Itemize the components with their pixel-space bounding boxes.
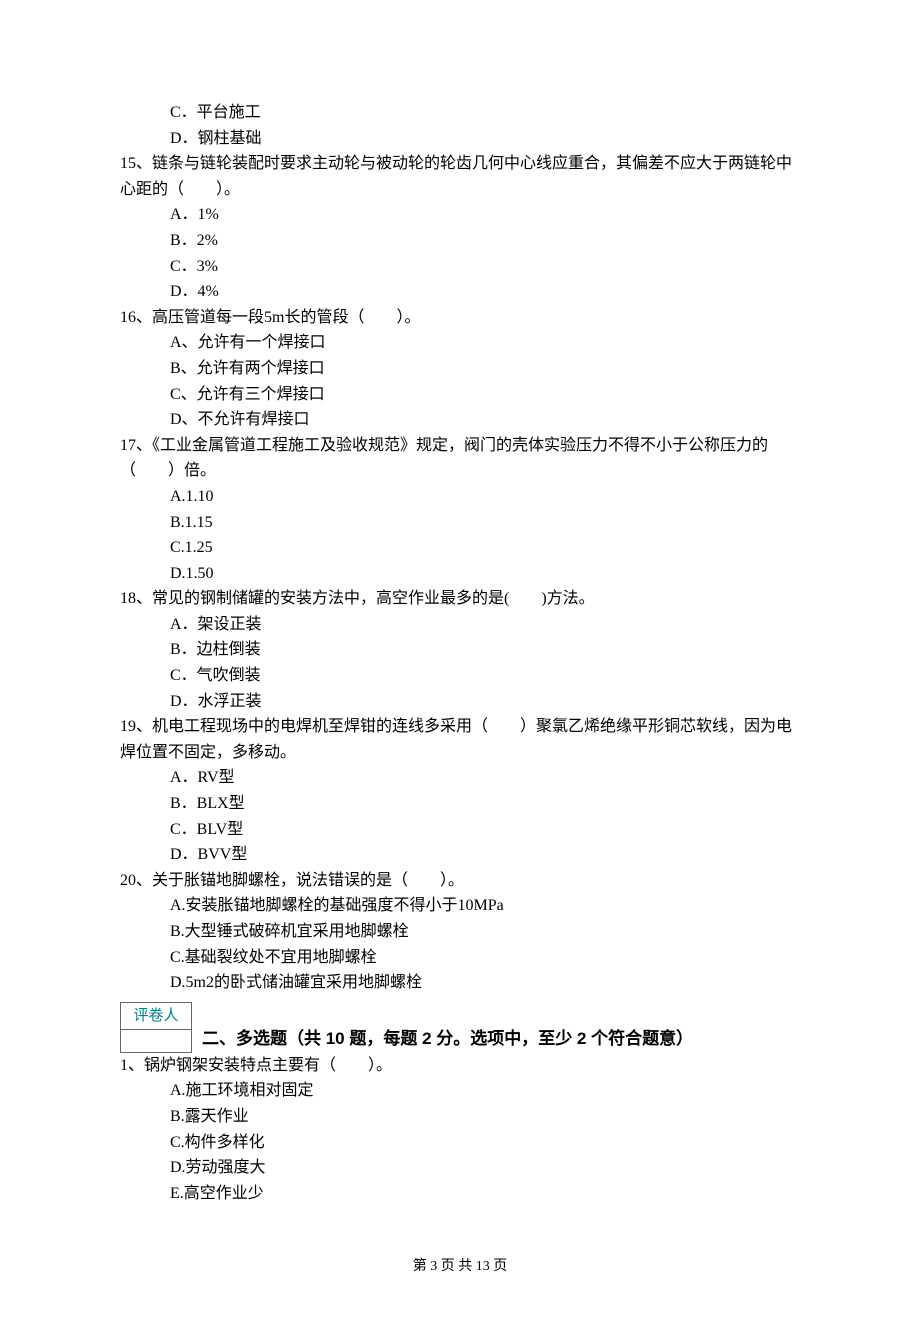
mq1-option-e: E.高空作业少	[170, 1181, 800, 1207]
section-header-row: 评卷人 二、多选题（共 10 题，每题 2 分。选项中，至少 2 个符合题意）	[120, 1002, 800, 1053]
q19-option-a: A．RV型	[170, 765, 800, 791]
q17-option-b: B.1.15	[170, 510, 800, 536]
q15-option-b: B．2%	[170, 228, 800, 254]
q20-option-c: C.基础裂纹处不宜用地脚螺栓	[170, 945, 800, 971]
q15-stem: 15、链条与链轮装配时要求主动轮与被动轮的轮齿几何中心线应重合，其偏差不应大于两…	[120, 151, 800, 202]
page-footer: 第 3 页 共 13 页	[120, 1256, 800, 1278]
q15-option-a: A．1%	[170, 202, 800, 228]
grader-box: 评卷人	[120, 1002, 192, 1053]
mq1-stem: 1、锅炉钢架安装特点主要有（ ）。	[120, 1053, 800, 1079]
q18-option-a: A．架设正装	[170, 612, 800, 638]
section-2-heading: 二、多选题（共 10 题，每题 2 分。选项中，至少 2 个符合题意）	[202, 1025, 693, 1053]
q16-stem: 16、高压管道每一段5m长的管段（ ）。	[120, 305, 800, 331]
q15-option-c: C．3%	[170, 254, 800, 280]
mq1-option-b: B.露天作业	[170, 1104, 800, 1130]
q14-option-d: D．钢柱基础	[170, 126, 800, 152]
q15-option-d: D．4%	[170, 279, 800, 305]
q20-option-d: D.5m2的卧式储油罐宜采用地脚螺栓	[170, 970, 800, 996]
mq1-option-c: C.构件多样化	[170, 1130, 800, 1156]
q19-stem: 19、机电工程现场中的电焊机至焊钳的连线多采用（ ）聚氯乙烯绝缘平形铜芯软线，因…	[120, 714, 800, 765]
mq1-option-a: A.施工环境相对固定	[170, 1078, 800, 1104]
q16-option-d: D、不允许有焊接口	[170, 407, 800, 433]
q17-option-d: D.1.50	[170, 561, 800, 587]
q14-option-c: C．平台施工	[170, 100, 800, 126]
q17-stem: 17、《工业金属管道工程施工及验收规范》规定，阀门的壳体实验压力不得不小于公称压…	[120, 433, 800, 484]
grader-label: 评卷人	[121, 1003, 191, 1030]
q17-option-a: A.1.10	[170, 484, 800, 510]
q18-option-b: B．边柱倒装	[170, 637, 800, 663]
q19-option-b: B．BLX型	[170, 791, 800, 817]
grader-empty-cell	[121, 1030, 191, 1052]
q18-stem: 18、常见的钢制储罐的安装方法中，高空作业最多的是( )方法。	[120, 586, 800, 612]
q16-option-b: B、允许有两个焊接口	[170, 356, 800, 382]
q20-option-b: B.大型锤式破碎机宜采用地脚螺栓	[170, 919, 800, 945]
mq1-option-d: D.劳动强度大	[170, 1155, 800, 1181]
q20-stem: 20、关于胀锚地脚螺栓，说法错误的是（ ）。	[120, 868, 800, 894]
q17-option-c: C.1.25	[170, 535, 800, 561]
q18-option-d: D．水浮正装	[170, 689, 800, 715]
q20-option-a: A.安装胀锚地脚螺栓的基础强度不得小于10MPa	[170, 893, 800, 919]
q16-option-c: C、允许有三个焊接口	[170, 382, 800, 408]
q16-option-a: A、允许有一个焊接口	[170, 330, 800, 356]
q18-option-c: C．气吹倒装	[170, 663, 800, 689]
q19-option-c: C．BLV型	[170, 817, 800, 843]
q19-option-d: D．BVV型	[170, 842, 800, 868]
